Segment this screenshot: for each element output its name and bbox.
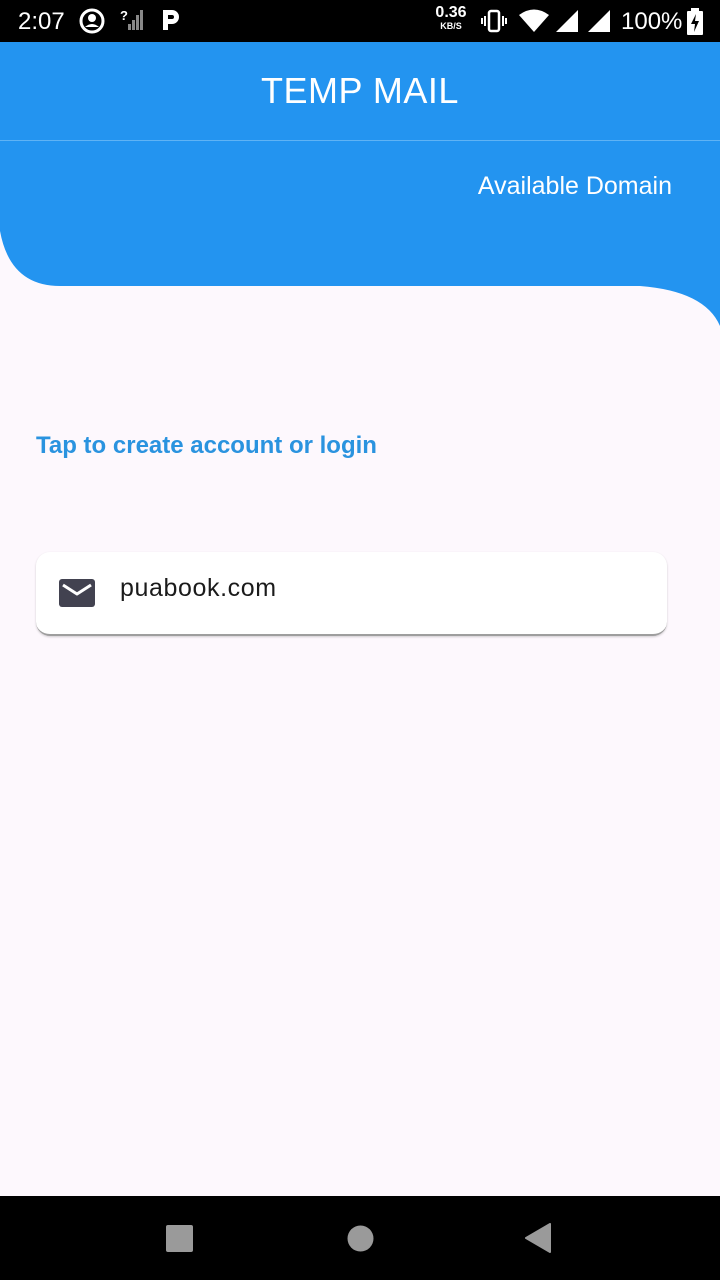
battery-percent: 100%	[621, 8, 683, 35]
domain-text: puabook.com	[120, 574, 277, 602]
app-title: TEMP MAIL	[261, 70, 459, 111]
cell-signal-2-icon	[588, 10, 610, 32]
app-bar: TEMP MAIL	[0, 42, 720, 140]
battery-charging-icon	[687, 8, 703, 35]
parking-app-icon	[163, 10, 179, 30]
wifi-icon	[519, 9, 549, 32]
network-speed: 0.36 KB/S	[435, 4, 467, 31]
no-signal-icon: ?	[120, 8, 143, 30]
screen: 2:07 ? 0.36 KB/S 100% TEMP MAIL Availabl…	[0, 0, 720, 1280]
mail-icon	[59, 579, 95, 607]
account-circle-icon	[79, 8, 105, 34]
system-nav-bar	[0, 1196, 720, 1280]
domain-card[interactable]: puabook.com	[36, 552, 667, 636]
recents-square-icon[interactable]	[166, 1225, 193, 1252]
header-curve-background	[0, 141, 720, 326]
status-bar: 2:07 ? 0.36 KB/S 100%	[0, 0, 720, 42]
available-domain-button[interactable]: Available Domain	[478, 172, 672, 201]
create-account-login-link[interactable]: Tap to create account or login	[36, 432, 377, 460]
home-circle-icon[interactable]	[347, 1225, 374, 1252]
svg-text:?: ?	[120, 8, 128, 23]
status-time: 2:07	[18, 8, 65, 35]
back-triangle-icon[interactable]	[525, 1223, 551, 1253]
cell-signal-icon	[556, 10, 578, 32]
vibrate-icon	[481, 9, 507, 33]
